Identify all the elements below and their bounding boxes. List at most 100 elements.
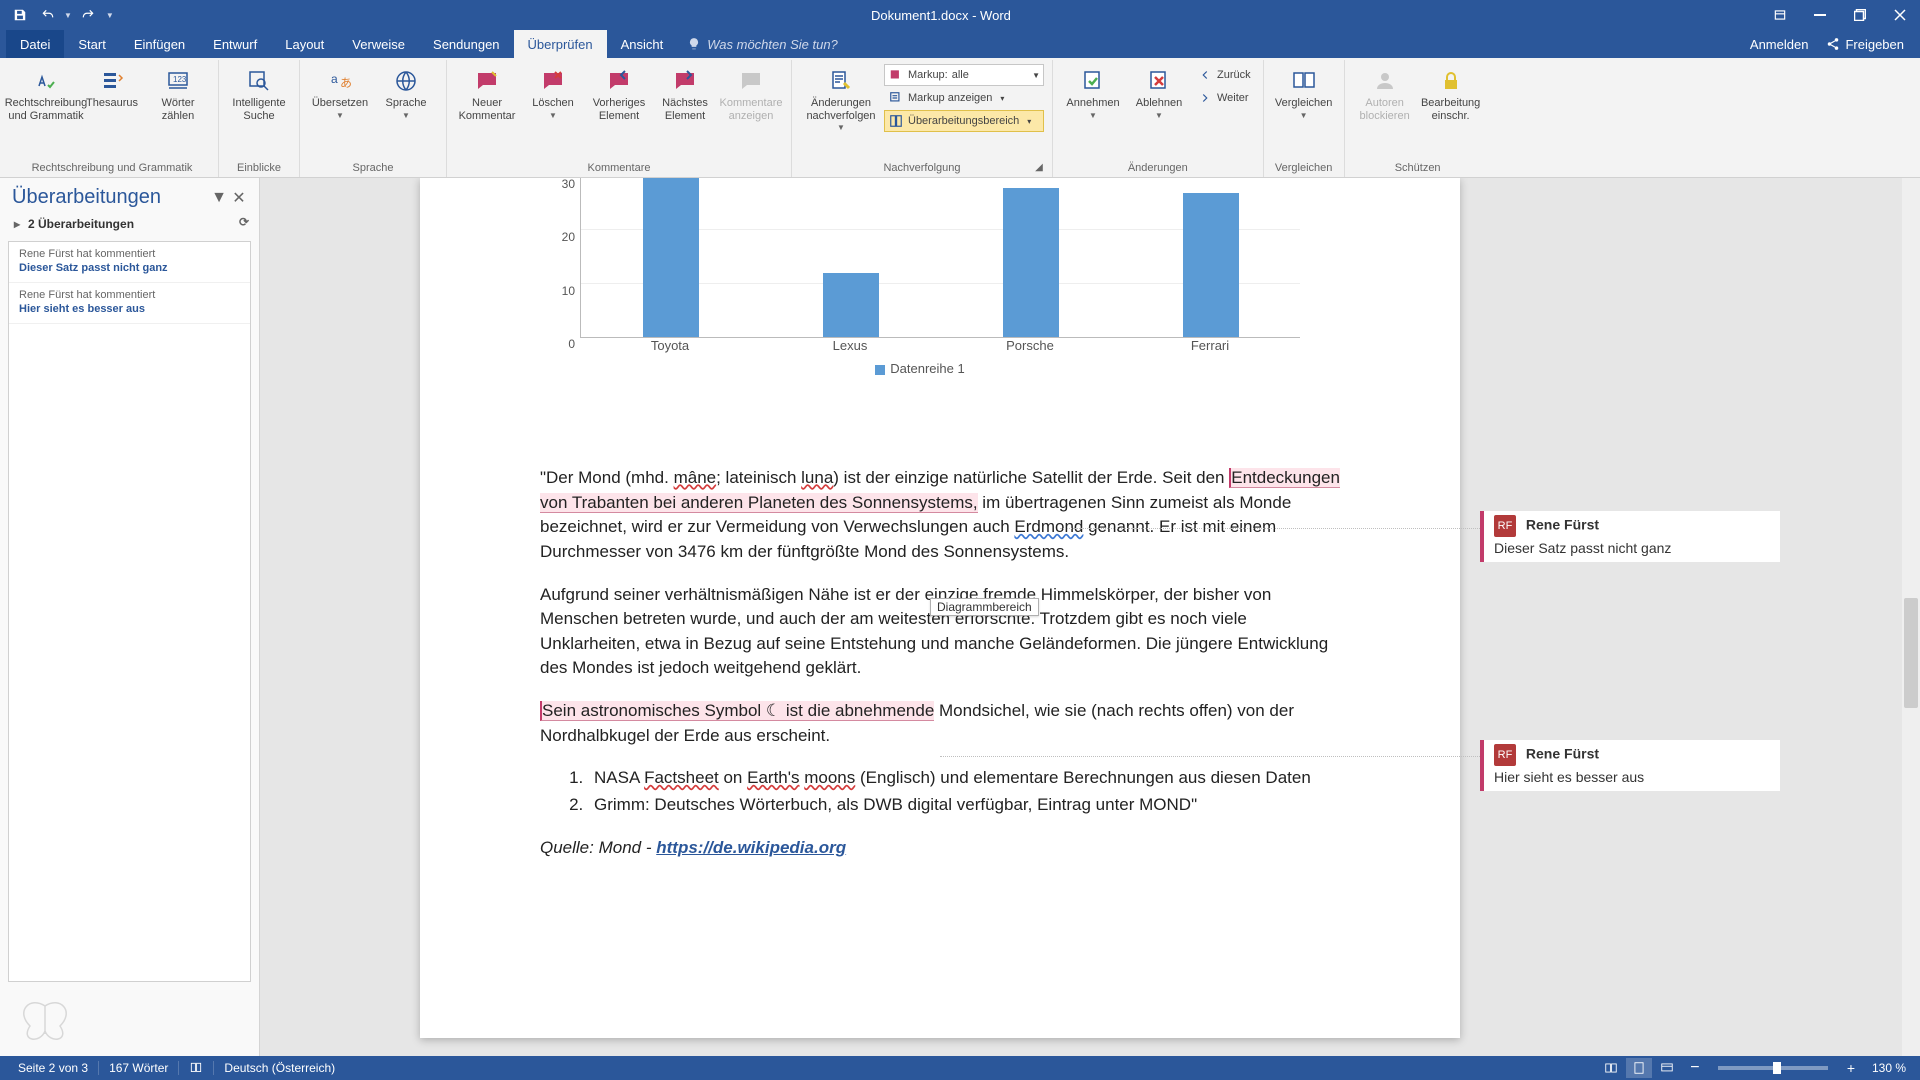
spelling-error[interactable]: luna bbox=[801, 468, 833, 487]
wordcount-icon: 123 bbox=[166, 69, 190, 93]
spelling-error[interactable]: Factsheet bbox=[644, 768, 719, 787]
comment-show-icon bbox=[739, 69, 763, 93]
new-comment-button[interactable]: Neuer Kommentar bbox=[455, 62, 519, 127]
signin-link[interactable]: Anmelden bbox=[1750, 37, 1809, 52]
zoom-slider[interactable] bbox=[1718, 1066, 1828, 1070]
prev-comment-button[interactable]: Vorheriges Element bbox=[587, 62, 651, 127]
undo-button[interactable] bbox=[36, 3, 60, 27]
hyperlink[interactable]: https://de.wikipedia.org bbox=[656, 838, 846, 857]
zoom-slider-knob[interactable] bbox=[1773, 1062, 1781, 1074]
restrict-editing-button[interactable]: Bearbeitung einschr. bbox=[1419, 62, 1483, 127]
view-read-mode[interactable] bbox=[1598, 1058, 1624, 1078]
revisions-count[interactable]: 2 Überarbeitungen ⟳ bbox=[0, 213, 259, 237]
arrow-left-icon bbox=[1198, 68, 1212, 82]
refresh-icon[interactable]: ⟳ bbox=[239, 215, 249, 229]
paragraph[interactable]: "Der Mond (mhd. mâne; lateinisch luna) i… bbox=[540, 466, 1340, 565]
chart-bar bbox=[823, 273, 879, 337]
status-language[interactable]: Deutsch (Österreich) bbox=[214, 1061, 345, 1075]
tab-view[interactable]: Ansicht bbox=[607, 30, 678, 58]
minimize-button[interactable] bbox=[1800, 0, 1840, 30]
spelling-error[interactable]: mâne bbox=[674, 468, 717, 487]
list-item[interactable]: Grimm: Deutsches Wörterbuch, als DWB dig… bbox=[588, 793, 1340, 818]
accept-icon bbox=[1081, 69, 1105, 93]
chevron-down-icon: ▼ bbox=[1032, 71, 1040, 80]
wordcount-button[interactable]: 123 Wörter zählen bbox=[146, 62, 210, 127]
translate-icon: aあ bbox=[328, 69, 352, 93]
print-layout-icon bbox=[1631, 1061, 1647, 1075]
view-print-layout[interactable] bbox=[1626, 1058, 1652, 1078]
grammar-suggestion[interactable]: Erdmond bbox=[1014, 517, 1083, 536]
revision-item[interactable]: Rene Fürst hat kommentiert Dieser Satz p… bbox=[9, 242, 250, 283]
next-change-button[interactable]: Weiter bbox=[1193, 87, 1255, 109]
view-web-layout[interactable] bbox=[1654, 1058, 1680, 1078]
comment-callout[interactable]: RF Rene Fürst Hier sieht es besser aus bbox=[1480, 740, 1780, 791]
commented-range[interactable]: Sein astronomisches Symbol ☾ ist die abn… bbox=[540, 701, 934, 721]
revision-item[interactable]: Rene Fürst hat kommentiert Hier sieht es… bbox=[9, 283, 250, 324]
zoom-out-button[interactable]: − bbox=[1682, 1058, 1708, 1078]
undo-caret-icon[interactable]: ▼ bbox=[64, 11, 72, 20]
tab-layout[interactable]: Layout bbox=[271, 30, 338, 58]
block-authors-icon bbox=[1373, 69, 1397, 93]
document-area[interactable]: 0102030 ToyotaLexusPorscheFerrari Datenr… bbox=[260, 178, 1920, 1056]
prev-change-button[interactable]: Zurück bbox=[1193, 64, 1255, 86]
numbered-list[interactable]: NASA Factsheet on Earth's moons (Englisc… bbox=[588, 766, 1340, 817]
compare-button[interactable]: Vergleichen ▼ bbox=[1272, 62, 1336, 125]
zoom-level[interactable]: 130 % bbox=[1866, 1061, 1912, 1075]
share-button[interactable]: Freigeben bbox=[1826, 37, 1904, 52]
revisions-pane-menu[interactable]: ▼ bbox=[209, 188, 229, 208]
spelling-error[interactable]: moons bbox=[804, 768, 855, 787]
tab-insert[interactable]: Einfügen bbox=[120, 30, 199, 58]
status-wordcount[interactable]: 167 Wörter bbox=[99, 1061, 179, 1075]
spelling-button[interactable]: Rechtschreibung und Grammatik bbox=[14, 62, 78, 127]
comment-text: Hier sieht es besser aus bbox=[1494, 769, 1772, 785]
close-button[interactable] bbox=[1880, 0, 1920, 30]
next-comment-button[interactable]: Nächstes Element bbox=[653, 62, 717, 127]
ribbon-display-options-button[interactable] bbox=[1760, 0, 1800, 30]
document-body[interactable]: "Der Mond (mhd. mâne; lateinisch luna) i… bbox=[540, 466, 1340, 860]
reject-icon bbox=[1147, 69, 1171, 93]
language-button[interactable]: Sprache ▼ bbox=[374, 62, 438, 125]
track-changes-button[interactable]: Änderungen nachverfolgen ▼ bbox=[800, 62, 882, 137]
vertical-scrollbar[interactable] bbox=[1902, 178, 1920, 1056]
tab-references[interactable]: Verweise bbox=[338, 30, 419, 58]
group-proofing: Rechtschreibung und Grammatik Thesaurus … bbox=[6, 60, 219, 177]
chevron-down-icon: ▼ bbox=[1300, 111, 1308, 120]
reject-button[interactable]: Ablehnen ▼ bbox=[1127, 62, 1191, 125]
redo-button[interactable] bbox=[76, 3, 100, 27]
document-page[interactable]: 0102030 ToyotaLexusPorscheFerrari Datenr… bbox=[420, 178, 1460, 1038]
lightbulb-icon bbox=[687, 37, 701, 51]
list-item[interactable]: NASA Factsheet on Earth's moons (Englisc… bbox=[588, 766, 1340, 791]
embedded-chart[interactable]: 0102030 ToyotaLexusPorscheFerrari Datenr… bbox=[540, 178, 1300, 376]
comment-callout[interactable]: RF Rene Fürst Dieser Satz passt nicht ga… bbox=[1480, 511, 1780, 562]
show-markup-dropdown[interactable]: Markup anzeigen ▾ bbox=[884, 87, 1044, 109]
revisions-pane-header: Überarbeitungen ▼ ✕ bbox=[0, 178, 259, 213]
qat-customize-caret-icon[interactable]: ▼ bbox=[106, 11, 114, 20]
zoom-in-button[interactable]: + bbox=[1838, 1058, 1864, 1078]
accept-button[interactable]: Annehmen ▼ bbox=[1061, 62, 1125, 125]
paragraph[interactable]: Quelle: Mond - https://de.wikipedia.org bbox=[540, 836, 1340, 861]
scrollbar-thumb[interactable] bbox=[1904, 598, 1918, 708]
tab-review[interactable]: Überprüfen bbox=[514, 30, 607, 58]
tell-me-search[interactable]: Was möchten Sie tun? bbox=[677, 30, 848, 58]
delete-comment-button[interactable]: Löschen ▼ bbox=[521, 62, 585, 125]
translate-button[interactable]: aあ Übersetzen ▼ bbox=[308, 62, 372, 125]
show-comments-button: Kommentare anzeigen bbox=[719, 62, 783, 127]
tab-home[interactable]: Start bbox=[64, 30, 119, 58]
status-proofing-icon[interactable] bbox=[179, 1061, 214, 1075]
thesaurus-button[interactable]: Thesaurus bbox=[80, 62, 144, 115]
smart-lookup-button[interactable]: Intelligente Suche bbox=[227, 62, 291, 127]
tracking-dialog-launcher[interactable]: ◢ bbox=[1032, 160, 1046, 174]
maximize-button[interactable] bbox=[1840, 0, 1880, 30]
save-button[interactable] bbox=[8, 3, 32, 27]
tab-file[interactable]: Datei bbox=[6, 30, 64, 58]
paragraph[interactable]: Sein astronomisches Symbol ☾ ist die abn… bbox=[540, 699, 1340, 748]
status-page[interactable]: Seite 2 von 3 bbox=[8, 1061, 99, 1075]
tab-mailings[interactable]: Sendungen bbox=[419, 30, 514, 58]
spelling-error[interactable]: Earth's bbox=[747, 768, 799, 787]
close-icon bbox=[1894, 9, 1906, 21]
reviewing-pane-dropdown[interactable]: Überarbeitungsbereich ▾ bbox=[884, 110, 1044, 132]
tab-design[interactable]: Entwurf bbox=[199, 30, 271, 58]
markup-display-dropdown[interactable]: Markup: alle ▼ bbox=[884, 64, 1044, 86]
revisions-pane-close[interactable]: ✕ bbox=[229, 188, 249, 208]
ribbon: Rechtschreibung und Grammatik Thesaurus … bbox=[0, 58, 1920, 178]
